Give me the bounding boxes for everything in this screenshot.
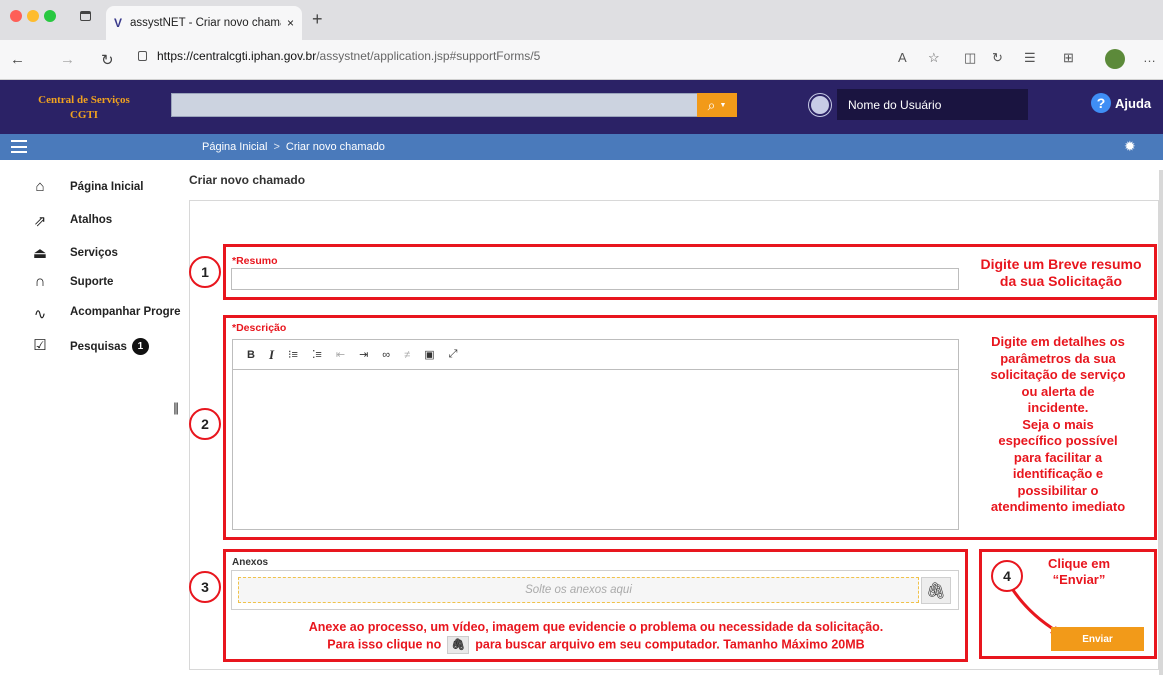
resumo-label: *Resumo xyxy=(232,255,278,267)
link-button[interactable]: ∞ xyxy=(382,349,390,361)
favorite-icon[interactable]: ☆ xyxy=(928,50,940,66)
more-icon[interactable]: … xyxy=(1143,50,1156,65)
hint-anexos: Anexe ao processo, um vídeo, imagem que … xyxy=(226,619,966,654)
hint-descricao-line: Digite em detalhes os xyxy=(991,334,1125,349)
search-button[interactable]: ⌕ ▼ xyxy=(697,93,737,117)
collections-icon[interactable]: ⊞ xyxy=(1063,50,1074,66)
lock-icon xyxy=(138,51,147,61)
read-aloud-icon[interactable]: A xyxy=(898,50,907,65)
breadcrumb-home[interactable]: Página Inicial xyxy=(202,141,267,153)
editor-toolbar: B I ⁝≡ ⁚≡ ⇤ ⇥ ∞ ≠ ▣ ⤢ xyxy=(232,339,959,369)
side-menu xyxy=(0,160,172,675)
search-input[interactable] xyxy=(171,93,701,117)
annotation-number-2: 2 xyxy=(189,408,221,440)
hint-descricao-line: para facilitar a xyxy=(1013,449,1103,465)
shortcut-icon: ⇗ xyxy=(33,213,47,230)
help-icon: ? xyxy=(1091,93,1111,113)
attach-button[interactable]: 🖇 xyxy=(921,577,951,604)
numbered-list-button[interactable]: ⁝≡ xyxy=(288,348,298,361)
hint-descricao: Digite em detalhes os parâmetros da sua so… xyxy=(962,334,1154,516)
annotation-number-3: 3 xyxy=(189,571,221,603)
send-button[interactable]: Enviar xyxy=(1051,627,1144,651)
hint-descricao-line: ou alerta de xyxy=(1021,383,1095,399)
hint-descricao-line: incidente. xyxy=(1027,400,1089,415)
progress-icon: ∿ xyxy=(33,306,47,323)
italic-button[interactable]: I xyxy=(269,347,274,363)
sidebar-item-pesquisas[interactable]: Pesquisas 1 xyxy=(70,338,149,355)
extension-icon[interactable]: ◫ xyxy=(964,50,976,66)
sidebar-item-atalhos[interactable]: Atalhos xyxy=(70,214,112,226)
favicon-icon: V xyxy=(114,16,123,30)
home-icon: ⌂ xyxy=(35,178,45,195)
breadcrumb: Página Inicial > Criar novo chamado xyxy=(202,141,385,153)
outdent-button[interactable]: ⇤ xyxy=(336,348,345,361)
refresh-extension-icon[interactable]: ↻ xyxy=(992,50,1003,66)
favorites-bar-icon[interactable]: ☰ xyxy=(1024,50,1036,66)
close-window-button[interactable] xyxy=(10,10,22,22)
chevron-down-icon: ▼ xyxy=(719,101,727,109)
service-bell-icon: ⏏ xyxy=(32,245,48,262)
annotation-number-4: 4 xyxy=(991,560,1023,592)
search-icon: ⌕ xyxy=(707,96,716,113)
descricao-textarea[interactable] xyxy=(232,369,959,530)
notification-badge: 1 xyxy=(131,338,149,355)
new-tab-button[interactable]: + xyxy=(312,9,323,30)
paperclip-icon: 🖇 xyxy=(925,582,947,600)
breadcrumb-bar: Página Inicial > Criar novo chamado ✹ xyxy=(0,134,1163,160)
paperclip-icon: 🖇 xyxy=(447,636,470,654)
url-field[interactable]: https://centralcgti.iphan.gov.br/assystn… xyxy=(138,49,540,63)
tab-title: assystNET - Criar novo chama xyxy=(130,17,281,29)
hint-descricao-line: identificação e xyxy=(1012,466,1104,481)
minimize-window-button[interactable] xyxy=(27,10,39,22)
bold-button[interactable]: B xyxy=(247,349,255,361)
maximize-window-button[interactable] xyxy=(44,10,56,22)
fullscreen-button[interactable]: ⤢ xyxy=(449,348,458,361)
page-title: Criar novo chamado xyxy=(189,173,306,187)
hint-descricao-line: específico possível xyxy=(998,433,1118,448)
user-name[interactable]: Nome do Usuário xyxy=(837,89,1028,120)
sidebar-item-acompanhar[interactable]: Acompanhar Progre xyxy=(70,306,181,318)
help-link[interactable]: ? Ajuda xyxy=(1091,93,1151,113)
breadcrumb-current: Criar novo chamado xyxy=(285,141,385,153)
browser-tab[interactable]: V assystNET - Criar novo chama × xyxy=(106,6,302,40)
profile-avatar[interactable] xyxy=(1105,49,1125,69)
hint-descricao-line: atendimento imediato xyxy=(990,499,1126,514)
bullet-list-button[interactable]: ⁚≡ xyxy=(312,348,322,361)
brand-logo[interactable]: Central de Serviços CGTI xyxy=(28,93,140,123)
image-button[interactable]: ▣ xyxy=(424,348,434,361)
descricao-label: *Descrição xyxy=(232,322,287,334)
scrollbar[interactable] xyxy=(1159,170,1163,675)
back-icon[interactable]: ← xyxy=(10,51,25,68)
sidebar-item-servicos[interactable]: Serviços xyxy=(70,247,118,259)
annotation-number-1: 1 xyxy=(189,256,221,288)
sidebar-toggle-icon[interactable] xyxy=(80,11,91,21)
browser-tab-bar: V assystNET - Criar novo chama × + xyxy=(0,0,1163,40)
hint-resumo: Digite um Breve resumo da sua Solicitaçã… xyxy=(980,256,1142,289)
hint-descricao-line: solicitação de serviço xyxy=(990,367,1126,382)
hint-descricao-line: possibilitar o xyxy=(1017,482,1099,498)
hint-enviar: Clique em “Enviar” xyxy=(1047,556,1111,587)
survey-icon: ☑ xyxy=(33,337,47,354)
forward-icon[interactable]: → xyxy=(60,51,75,68)
unlink-button[interactable]: ≠ xyxy=(404,349,410,361)
anexos-label: Anexos xyxy=(232,557,269,568)
address-bar: ← → ↻ https://centralcgti.iphan.gov.br/a… xyxy=(0,40,1163,80)
sidebar-item-pagina-inicial[interactable]: Página Inicial xyxy=(70,181,144,193)
indent-button[interactable]: ⇥ xyxy=(359,348,368,361)
tab-close-icon[interactable]: × xyxy=(287,16,294,30)
sidebar-item-suporte[interactable]: Suporte xyxy=(70,276,113,288)
hint-descricao-line: Seja o mais xyxy=(1022,416,1094,432)
gear-icon[interactable]: ✹ xyxy=(1124,138,1136,155)
user-avatar[interactable] xyxy=(809,94,831,116)
headset-icon: ∩ xyxy=(34,273,46,290)
resumo-input[interactable] xyxy=(231,268,959,290)
reload-icon[interactable]: ↻ xyxy=(101,51,114,69)
attachment-dropzone[interactable]: Solte os anexos aqui xyxy=(238,577,919,603)
hint-descricao-line: parâmetros da sua xyxy=(1000,350,1116,366)
menu-icon[interactable] xyxy=(11,140,27,153)
panel-resize-handle[interactable]: ||| xyxy=(173,400,179,415)
